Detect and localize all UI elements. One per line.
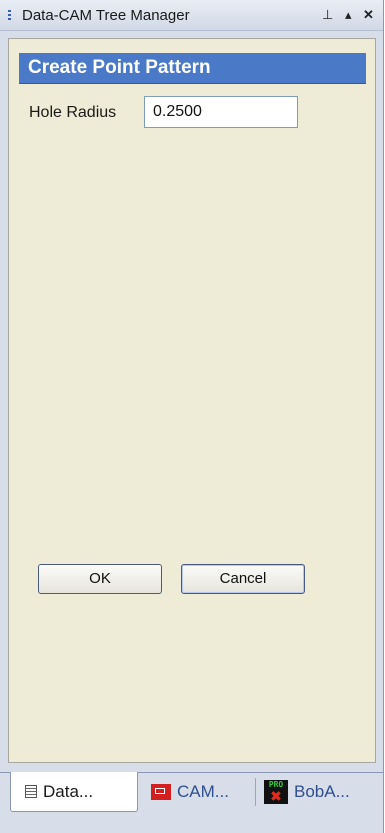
tab-cam[interactable]: CAM...	[151, 772, 229, 812]
dialog-header: Create Point Pattern	[19, 53, 366, 84]
tab-separator	[255, 778, 256, 806]
ok-button[interactable]: OK	[38, 564, 162, 594]
title-bar[interactable]: Data-CAM Tree Manager ⊥ ▴ ✕	[0, 0, 383, 31]
dialog-title: Create Point Pattern	[28, 57, 211, 78]
hole-radius-label: Hole Radius	[29, 104, 117, 121]
tab-data-label: Data...	[43, 781, 94, 801]
pro-x-icon: PRO ✖	[264, 780, 288, 804]
pin-icon[interactable]: ⊥	[322, 7, 333, 23]
tab-data[interactable]: Data...	[10, 772, 138, 812]
dialog-content: Create Point Pattern Hole Radius OK Canc…	[8, 38, 376, 763]
hole-radius-input[interactable]	[144, 96, 298, 128]
window-title: Data-CAM Tree Manager	[22, 7, 190, 24]
bottom-tab-strip: Data... CAM... PRO ✖ BobA...	[0, 772, 383, 833]
tab-cam-label: CAM...	[177, 782, 229, 801]
pro-badge: PRO	[268, 780, 284, 789]
window-menu-icon[interactable]: ▴	[345, 7, 352, 23]
grid-icon	[25, 785, 37, 798]
cam-icon	[151, 784, 171, 800]
tab-boba-label: BobA...	[294, 782, 350, 801]
tree-manager-panel: Data-CAM Tree Manager ⊥ ▴ ✕ Create Point…	[0, 0, 384, 833]
cancel-button[interactable]: Cancel	[181, 564, 305, 594]
tab-boba[interactable]: PRO ✖ BobA...	[264, 772, 350, 812]
close-icon[interactable]: ✕	[363, 7, 374, 23]
drag-grip-icon[interactable]	[8, 10, 11, 22]
